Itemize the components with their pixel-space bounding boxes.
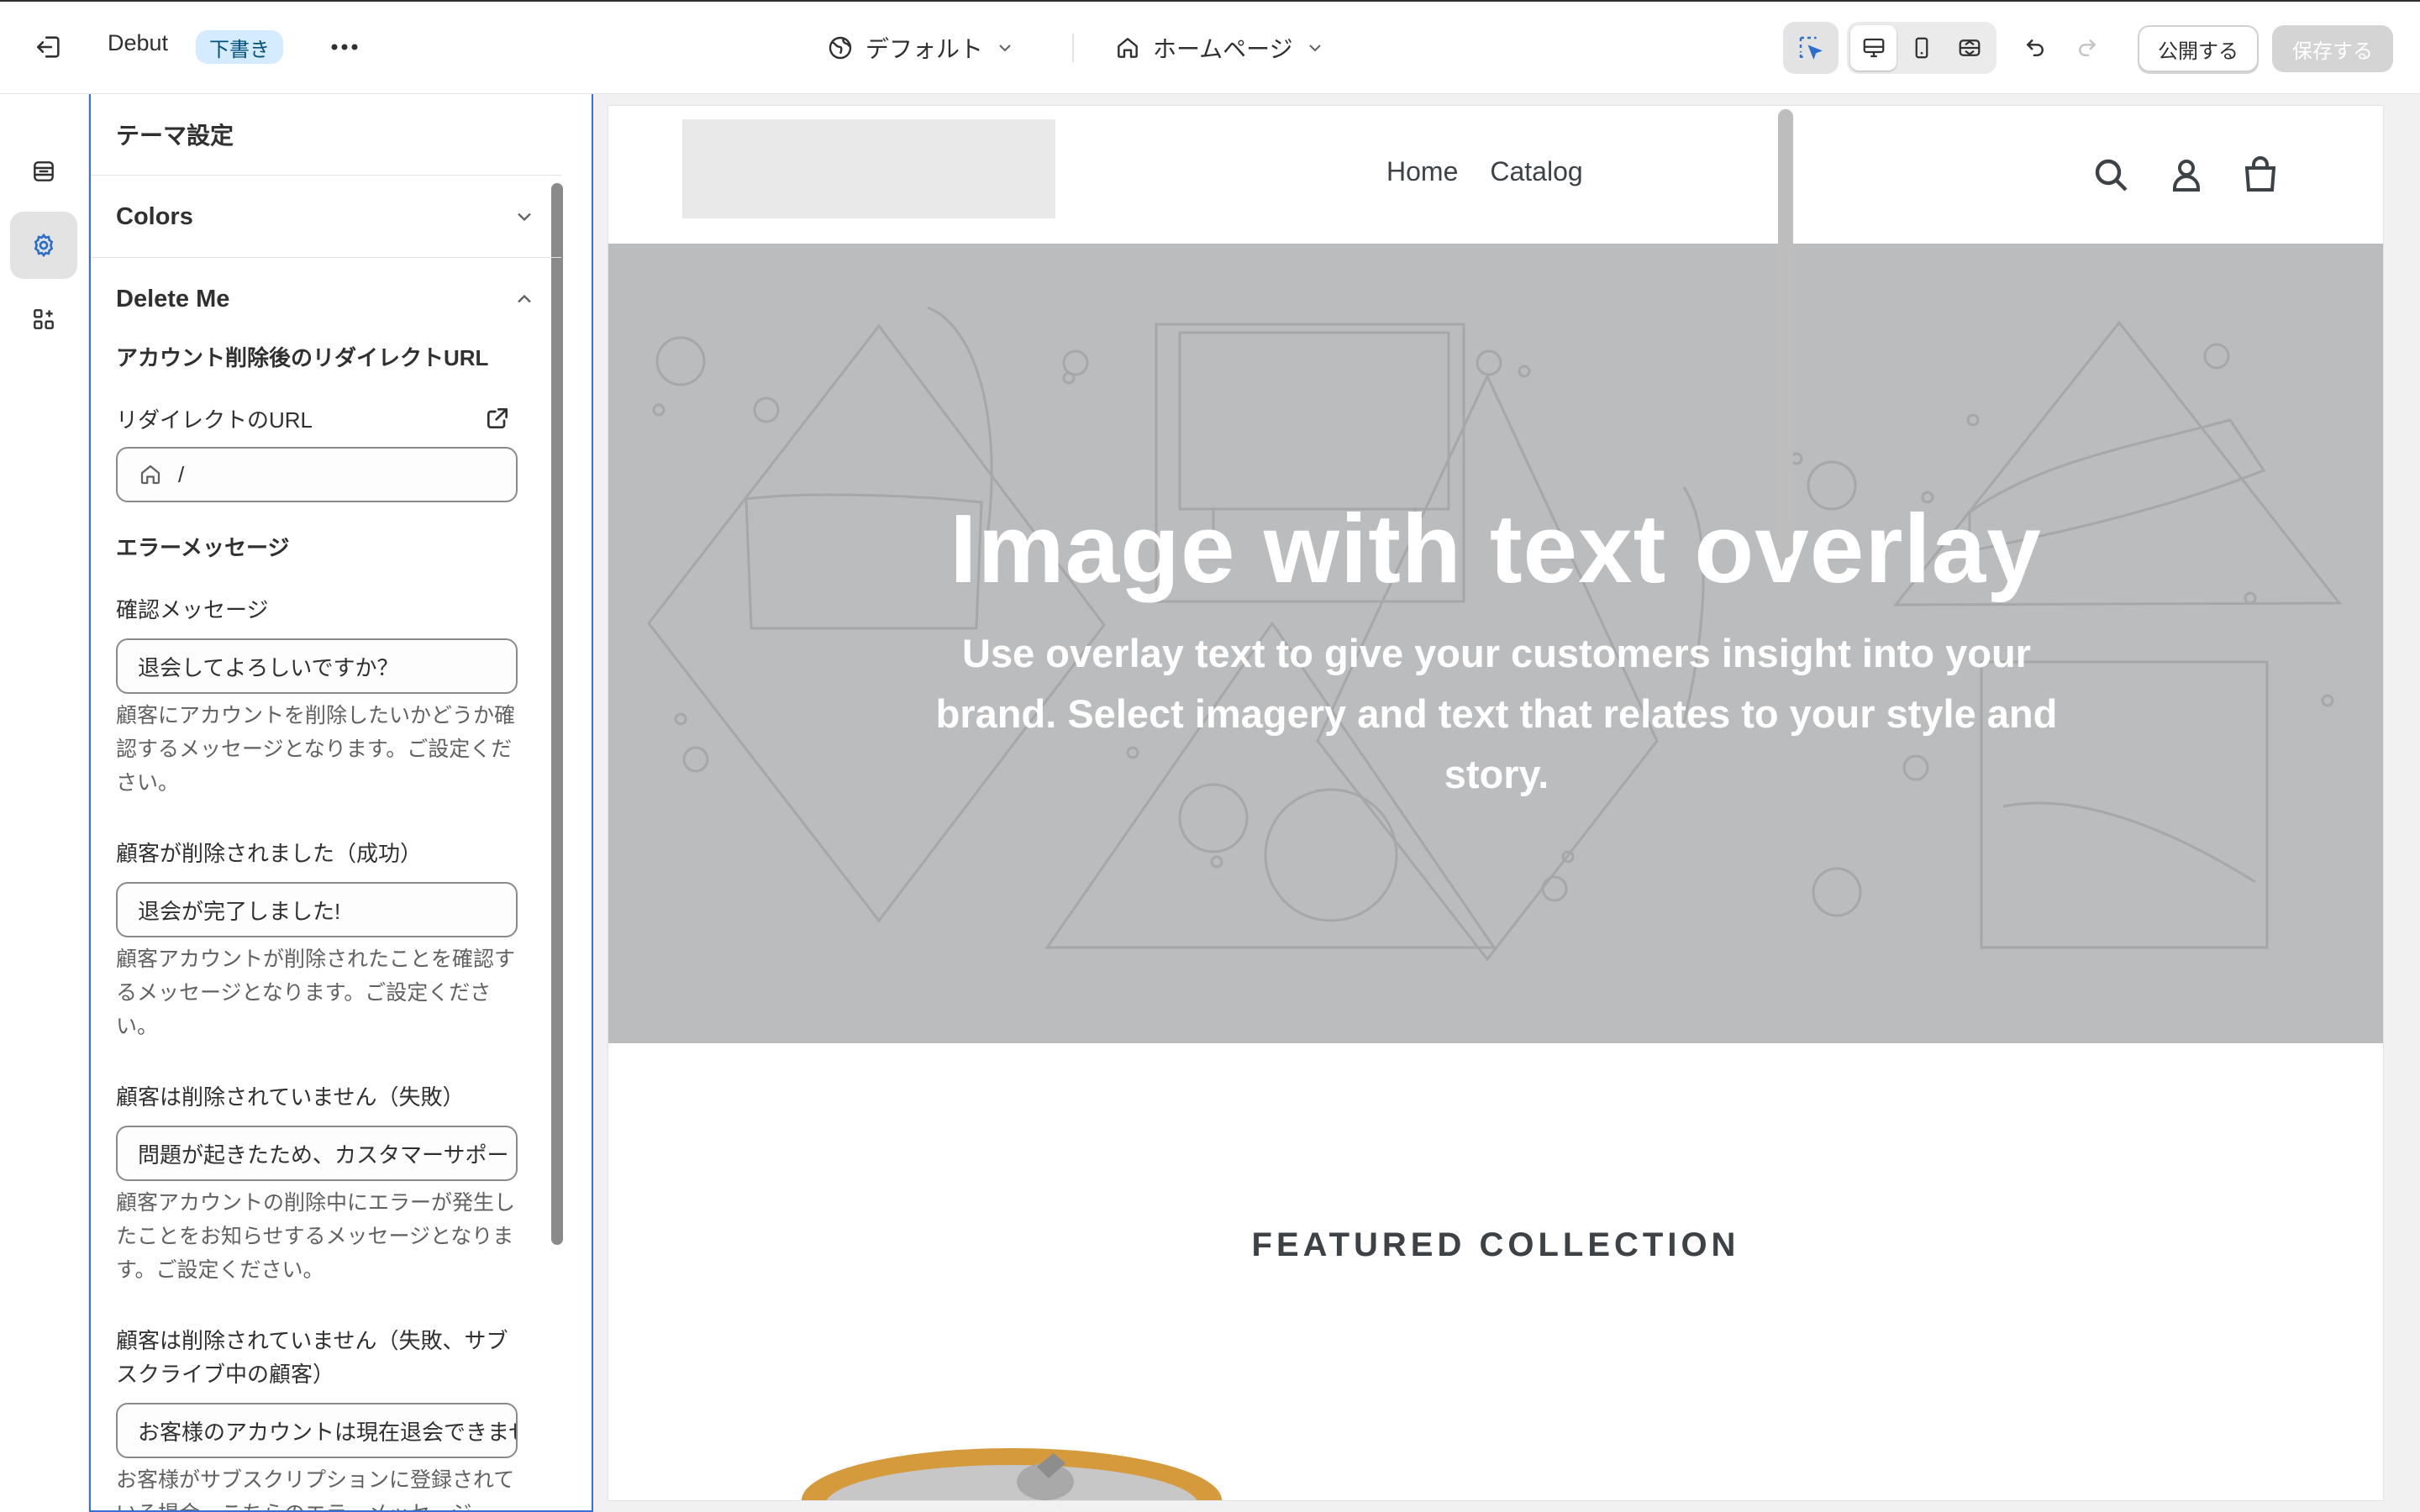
undo-button[interactable] <box>2008 22 2062 74</box>
editor-sidebar-rail <box>0 94 89 1512</box>
device-toggle-group <box>1847 22 1996 74</box>
hero-text: Use overlay text to give your customers … <box>935 631 2058 796</box>
search-icon <box>2095 159 2128 192</box>
chevron-up-icon <box>518 294 531 303</box>
theme-name: Debut <box>108 30 169 55</box>
desktop-icon <box>1863 38 1885 58</box>
panel-title: テーマ設定 <box>116 123 234 149</box>
success-message-input[interactable]: 退会が完了しました! <box>116 882 518 937</box>
redo-icon <box>2079 39 2096 56</box>
delete-me-section-header[interactable]: Delete Me <box>116 274 536 324</box>
panel-scrollbar[interactable] <box>551 183 563 1245</box>
chevron-down-icon <box>518 213 531 222</box>
featured-collection-title: FEATURED COLLECTION <box>1251 1226 1740 1263</box>
redo-button[interactable] <box>2060 22 2114 74</box>
more-icon <box>331 44 358 50</box>
save-button[interactable]: 保存する <box>2272 25 2393 72</box>
cart-bag-icon <box>2244 156 2276 192</box>
fullscreen-view-button[interactable] <box>1947 25 1993 71</box>
store-account-button[interactable] <box>2166 155 2207 195</box>
subscription-failure-value: お客様のアカウントは現在退会できません <box>138 1419 518 1445</box>
theme-settings-button[interactable] <box>10 212 77 279</box>
store-search-button[interactable] <box>2091 155 2131 195</box>
subscription-failure-label: 顧客は削除されていません（失敗、サブスクライブ中の顧客） <box>116 1328 508 1387</box>
success-message-help: 顧客アカウントが削除されたことを確認するメッセージとなります。ご設定ください。 <box>116 948 516 1038</box>
success-message-value: 退会が完了しました! <box>138 898 341 924</box>
external-link-button[interactable] <box>484 405 511 432</box>
globe-icon <box>829 36 852 60</box>
home-icon <box>140 465 160 485</box>
failure-message-help: 顧客アカウントの削除中にエラーが発生したことをお知らせするメッセージとなります。… <box>116 1191 516 1282</box>
panel-divider <box>91 175 561 176</box>
subscription-failure-input[interactable]: お客様のアカウントは現在退会できません <box>116 1403 518 1458</box>
topbar-divider <box>1072 34 1074 62</box>
confirm-message-value: 退会してよろしいですか？ <box>138 654 399 680</box>
fullscreen-icon <box>1959 39 1981 56</box>
delete-me-section-label: Delete Me <box>116 285 230 312</box>
error-messages-heading: エラーメッセージ <box>116 535 290 560</box>
mobile-view-button[interactable] <box>1898 25 1944 71</box>
redirect-url-input[interactable]: / <box>116 447 518 502</box>
confirm-message-help: 顧客にアカウントを削除したいかどうか確認するメッセージとなります。ご設定ください… <box>116 704 516 795</box>
store-cart-button[interactable] <box>2240 155 2281 195</box>
external-link-icon <box>487 408 508 428</box>
apps-icon <box>34 309 54 329</box>
page-label: ホームページ <box>1153 36 1293 62</box>
failure-message-label: 顧客は削除されていません（失敗） <box>116 1084 465 1110</box>
editor-topbar: Debut 下書き デフォルト ホームページ 公開する 保存する <box>0 0 2420 94</box>
inspector-toggle-button[interactable] <box>1783 22 1839 74</box>
exit-button[interactable] <box>18 17 79 77</box>
image-with-text-overlay-section[interactable]: Image with text overlay Use overlay text… <box>608 244 2383 1043</box>
desktop-view-button[interactable] <box>1850 25 1897 71</box>
exit-icon <box>36 36 60 58</box>
status-badge: 下書き <box>196 30 283 64</box>
failure-message-input[interactable]: 問題が起きたため、カスタマーサポートにご連絡ください <box>116 1126 518 1181</box>
failure-message-value: 問題が起きたため、カスタマーサポートにご連絡ください <box>138 1142 516 1168</box>
storefront-preview[interactable]: Home Catalog Image with text overlay Use… <box>608 106 2383 1500</box>
confirm-message-label: 確認メッセージ <box>116 597 269 622</box>
home-icon <box>1118 38 1138 58</box>
more-actions-button[interactable] <box>319 20 370 74</box>
gear-icon <box>34 233 54 258</box>
sections-button[interactable] <box>10 138 77 205</box>
colors-section-label: Colors <box>116 202 193 230</box>
preset-selector[interactable]: デフォルト <box>827 24 1015 72</box>
preview-scrollbar[interactable] <box>1778 109 1793 558</box>
sections-icon <box>34 161 54 181</box>
subscription-failure-help: お客様がサブスクリプションに登録されている場合、こちらのエラーメッセージ <box>116 1468 515 1510</box>
confirm-message-input[interactable]: 退会してよろしいですか？ <box>116 638 518 694</box>
mobile-icon <box>1915 37 1928 59</box>
redirect-heading: アカウント削除後のリダイレクトURL <box>116 345 489 370</box>
hero-title: Image with text overlay <box>950 494 2042 603</box>
page-selector[interactable]: ホームページ <box>1114 24 1325 72</box>
panel-divider <box>91 257 561 258</box>
product-image[interactable] <box>793 1433 1230 1500</box>
product-image-peek <box>802 1448 1222 1500</box>
select-pointer-icon <box>1799 36 1823 60</box>
success-message-label: 顧客が削除されました（成功） <box>116 841 423 866</box>
account-icon <box>2173 160 2200 192</box>
nav-catalog-link[interactable]: Catalog <box>1490 156 1582 187</box>
publish-button[interactable]: 公開する <box>2138 25 2259 72</box>
apps-button[interactable] <box>10 286 77 353</box>
redirect-url-label: リダイレクトのURL <box>116 407 313 433</box>
chevron-down-icon <box>1308 45 1321 52</box>
store-logo-placeholder[interactable] <box>682 119 1055 218</box>
redirect-url-value: / <box>178 461 185 487</box>
preset-label: デフォルト <box>865 36 984 62</box>
colors-section-header[interactable]: Colors <box>116 192 536 242</box>
nav-home-link[interactable]: Home <box>1386 156 1458 187</box>
store-nav: Home Catalog <box>1386 156 1583 187</box>
chevron-down-icon <box>999 45 1011 52</box>
undo-icon <box>2027 39 2044 56</box>
theme-settings-panel: テーマ設定 Colors Delete Me アカウント削除後のリダイレクトUR… <box>89 94 593 1512</box>
